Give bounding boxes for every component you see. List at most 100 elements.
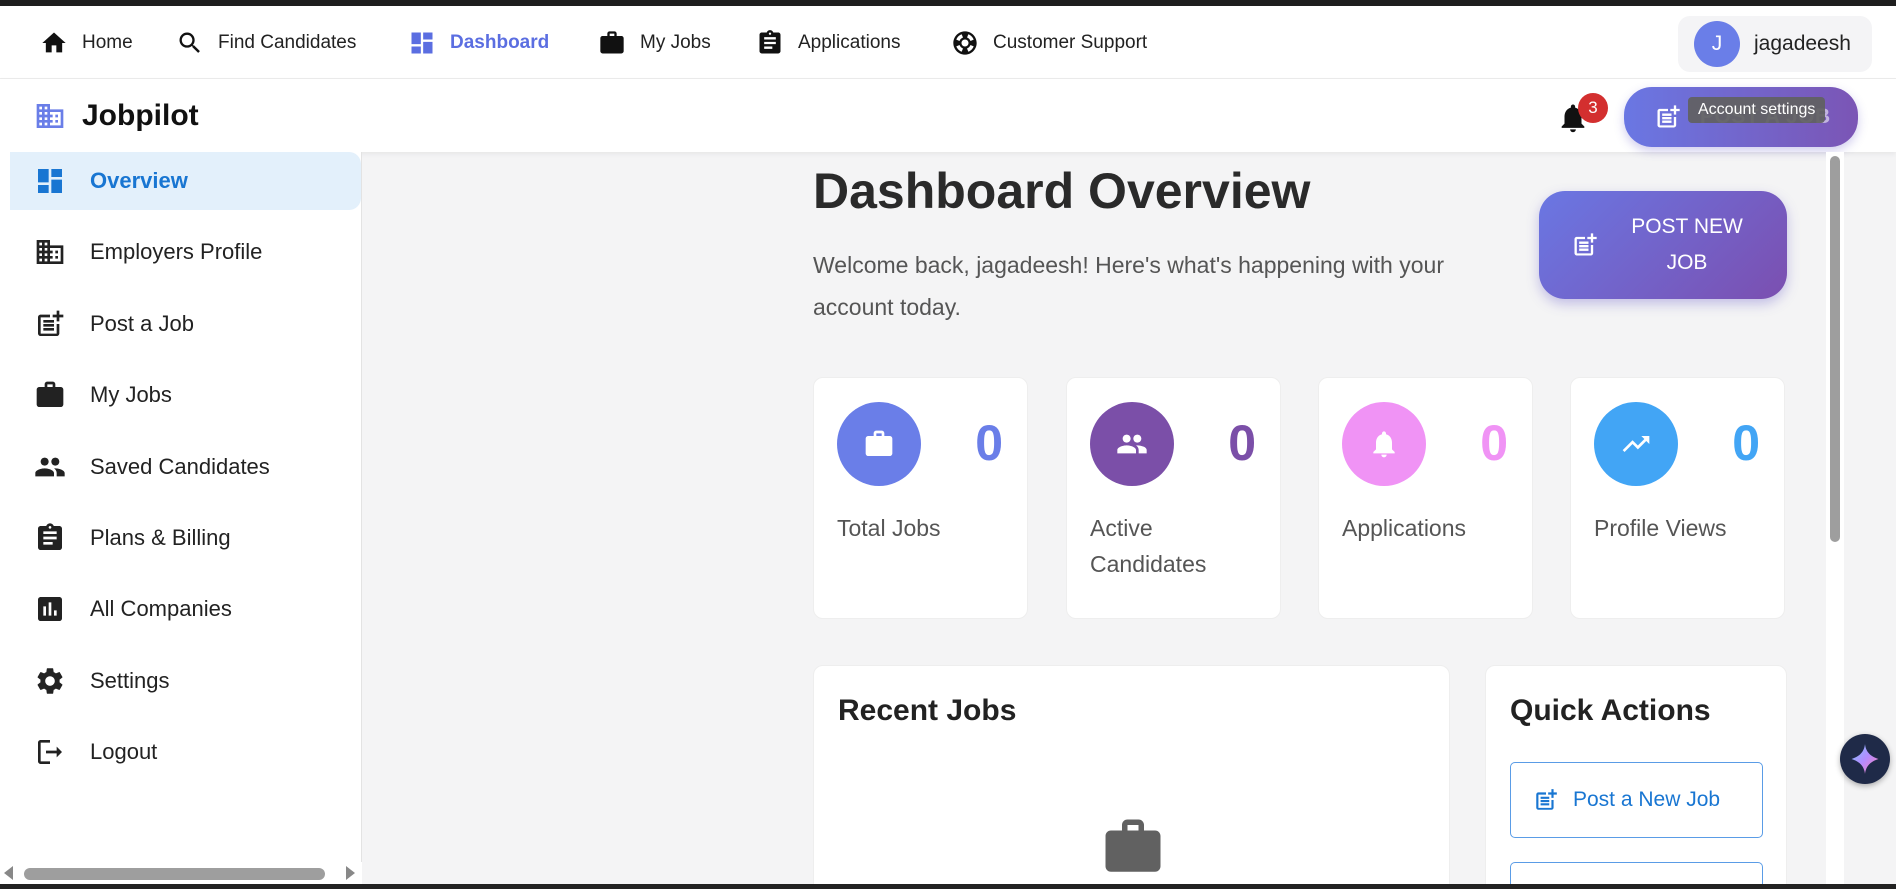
post-new-job-label: POST NEW JOB [1631,215,1743,274]
clipboard-icon [759,29,781,53]
scrollbar-thumb[interactable] [1830,156,1840,542]
sidebar: Overview Employers Profile Post a Job My… [0,152,362,885]
stat-card-profile-views: 0 Profile Views [1570,377,1785,619]
briefcase-icon [865,430,893,456]
lifebuoy-icon [953,30,977,55]
nav-home-label: Home [82,31,133,53]
account-settings-tooltip: Account settings [1688,97,1826,123]
stat-value: 0 [975,415,1003,471]
user-name: jagadeesh [1754,32,1851,55]
nav-dashboard-label: Dashboard [450,31,550,53]
dashboard-icon [38,169,62,193]
logout-icon [38,740,62,764]
nav-home[interactable]: Home [40,6,133,79]
notification-badge: 3 [1578,93,1608,123]
stat-label: Total Jobs [837,515,941,541]
sidebar-item-label: Overview [90,168,188,193]
nav-applications[interactable]: Applications [756,6,900,79]
building-icon [36,240,64,264]
stat-value: 0 [1480,415,1508,471]
sidebar-item-label: Logout [90,739,158,764]
sidebar-item-logout[interactable]: Logout [10,723,361,781]
chart-icon [38,597,62,621]
post-new-job-button[interactable]: POST NEW JOB [1539,191,1787,299]
stat-icon-circle [1342,402,1426,486]
post-add-icon [1536,789,1557,810]
sparkle-icon [1851,744,1879,774]
sidebar-item-post-a-job[interactable]: Post a Job [10,295,361,353]
search-icon [179,32,200,53]
stat-label: Profile Views [1594,515,1727,541]
nav-customer-support-label: Customer Support [993,31,1148,53]
briefcase-icon [600,30,624,53]
scroll-left-arrow-icon[interactable] [4,866,13,880]
window-bottom-strip [0,884,1896,889]
nav-customer-support[interactable]: Customer Support [951,6,1147,79]
trending-up-icon [1622,436,1650,452]
nav-find-candidates-label: Find Candidates [218,31,357,53]
sidebar-item-label: All Companies [90,596,232,621]
sidebar-item-my-jobs[interactable]: My Jobs [10,366,361,424]
people-icon [1117,434,1147,454]
brand-name: Jobpilot [82,98,199,132]
stat-label: Active Candidates [1090,515,1207,577]
recent-jobs-title: Recent Jobs [838,694,1017,727]
app-header: Jobpilot 3 POST A JOB [0,79,1896,152]
notifications-button[interactable]: 3 [1556,93,1608,135]
sidebar-item-settings[interactable]: Settings [10,652,361,710]
stat-value: 0 [1228,415,1256,471]
page-title: Dashboard Overview [813,163,1311,219]
sidebar-item-all-companies[interactable]: All Companies [10,580,361,638]
sidebar-item-saved-candidates[interactable]: Saved Candidates [10,438,361,496]
sidebar-item-label: My Jobs [90,382,172,407]
stat-card-active-candidates: 0 Active Candidates [1066,377,1281,619]
main-vertical-scrollbar[interactable] [1826,152,1844,885]
sidebar-item-label: Settings [90,668,170,693]
assistant-button[interactable] [1840,734,1890,784]
nav-find-candidates[interactable]: Find Candidates [176,6,356,79]
nav-dashboard[interactable]: Dashboard [408,6,549,79]
quick-action-post-job-button[interactable]: Post a New Job [1510,762,1763,838]
home-icon [42,32,66,52]
user-menu-button[interactable]: J jagadeesh [1678,16,1872,72]
post-add-icon [1574,233,1597,256]
sidebar-item-label: Plans & Billing [90,525,231,550]
dashboard-icon [411,32,433,53]
people-icon [35,457,65,477]
nav-my-jobs[interactable]: My Jobs [598,6,711,79]
stat-icon-circle [1594,402,1678,486]
gear-icon [37,668,63,694]
welcome-message: Welcome back, jagadeesh! Here's what's h… [813,252,1444,320]
stat-value: 0 [1732,415,1760,471]
sidebar-item-overview[interactable]: Overview [10,152,361,210]
briefcase-icon [36,381,64,407]
stat-card-applications: 0 Applications [1318,377,1533,619]
sidebar-item-label: Employers Profile [90,239,263,264]
stat-label: Applications [1342,515,1467,541]
post-add-icon [38,310,64,336]
post-add-icon [1657,105,1680,128]
briefcase-icon [1105,819,1161,872]
sidebar-item-plans-billing[interactable]: Plans & Billing [10,509,361,567]
recent-jobs-panel: Recent Jobs [813,665,1450,889]
bell-icon [1373,431,1395,458]
sidebar-item-label: Saved Candidates [90,454,270,479]
scroll-right-arrow-icon[interactable] [346,866,355,880]
building-icon [36,103,64,128]
sidebar-item-label: Post a Job [90,311,194,336]
quick-actions-panel: Quick Actions Post a New Job [1485,665,1787,889]
stat-icon-circle [1090,402,1174,486]
quick-action-label: Post a New Job [1573,788,1721,811]
empty-state [1100,814,1166,885]
sidebar-horizontal-scrollbar[interactable] [0,862,362,884]
quick-actions-title: Quick Actions [1510,694,1711,727]
nav-my-jobs-label: My Jobs [640,31,711,53]
sidebar-item-employers-profile[interactable]: Employers Profile [10,223,361,281]
avatar: J [1694,21,1740,67]
top-navigation: Home Find Candidates Dashboard My Jobs A… [0,6,1896,79]
clipboard-icon [38,523,62,550]
stat-icon-circle [837,402,921,486]
stat-card-total-jobs: 0 Total Jobs [813,377,1028,619]
scrollbar-thumb[interactable] [24,868,325,880]
brand[interactable]: Jobpilot [34,79,199,152]
